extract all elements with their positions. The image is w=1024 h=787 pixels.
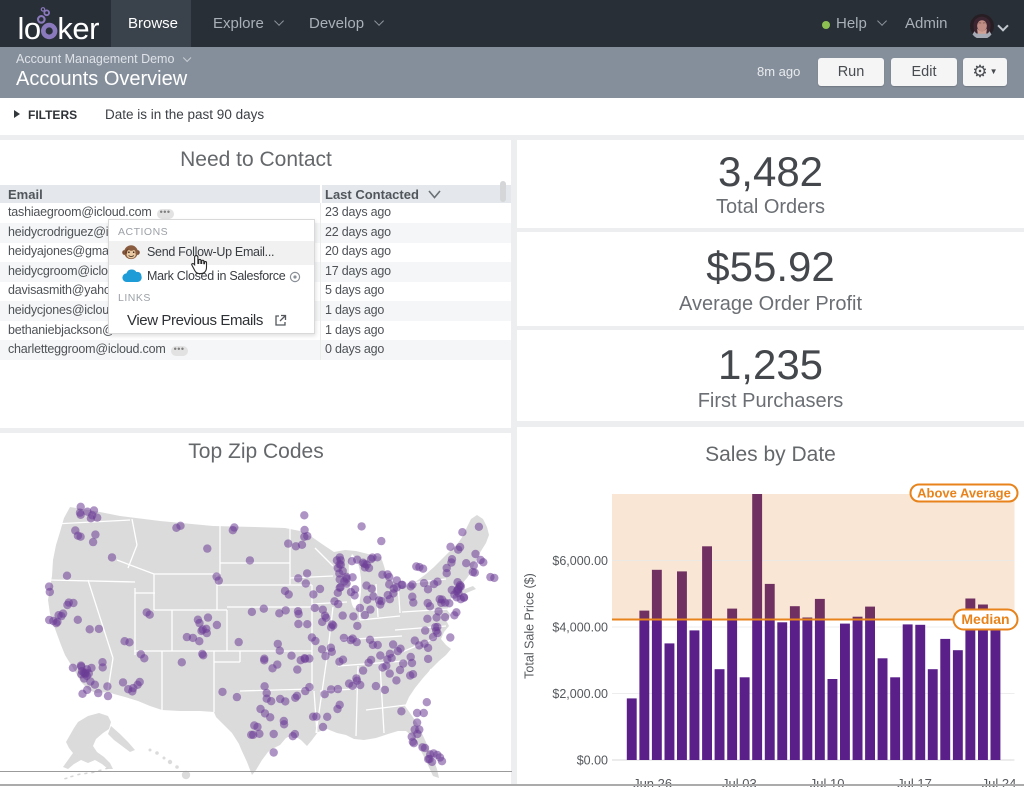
svg-text:$4,000.00: $4,000.00 xyxy=(552,621,608,635)
svg-text:$0.00: $0.00 xyxy=(577,754,608,768)
svg-text:Median: Median xyxy=(961,611,1009,627)
svg-text:$2,000.00: $2,000.00 xyxy=(552,687,608,701)
svg-text:Above Average: Above Average xyxy=(917,486,1011,501)
svg-text:$6,000.00: $6,000.00 xyxy=(552,554,608,568)
svg-text:Total Sale Price ($): Total Sale Price ($) xyxy=(523,573,537,679)
